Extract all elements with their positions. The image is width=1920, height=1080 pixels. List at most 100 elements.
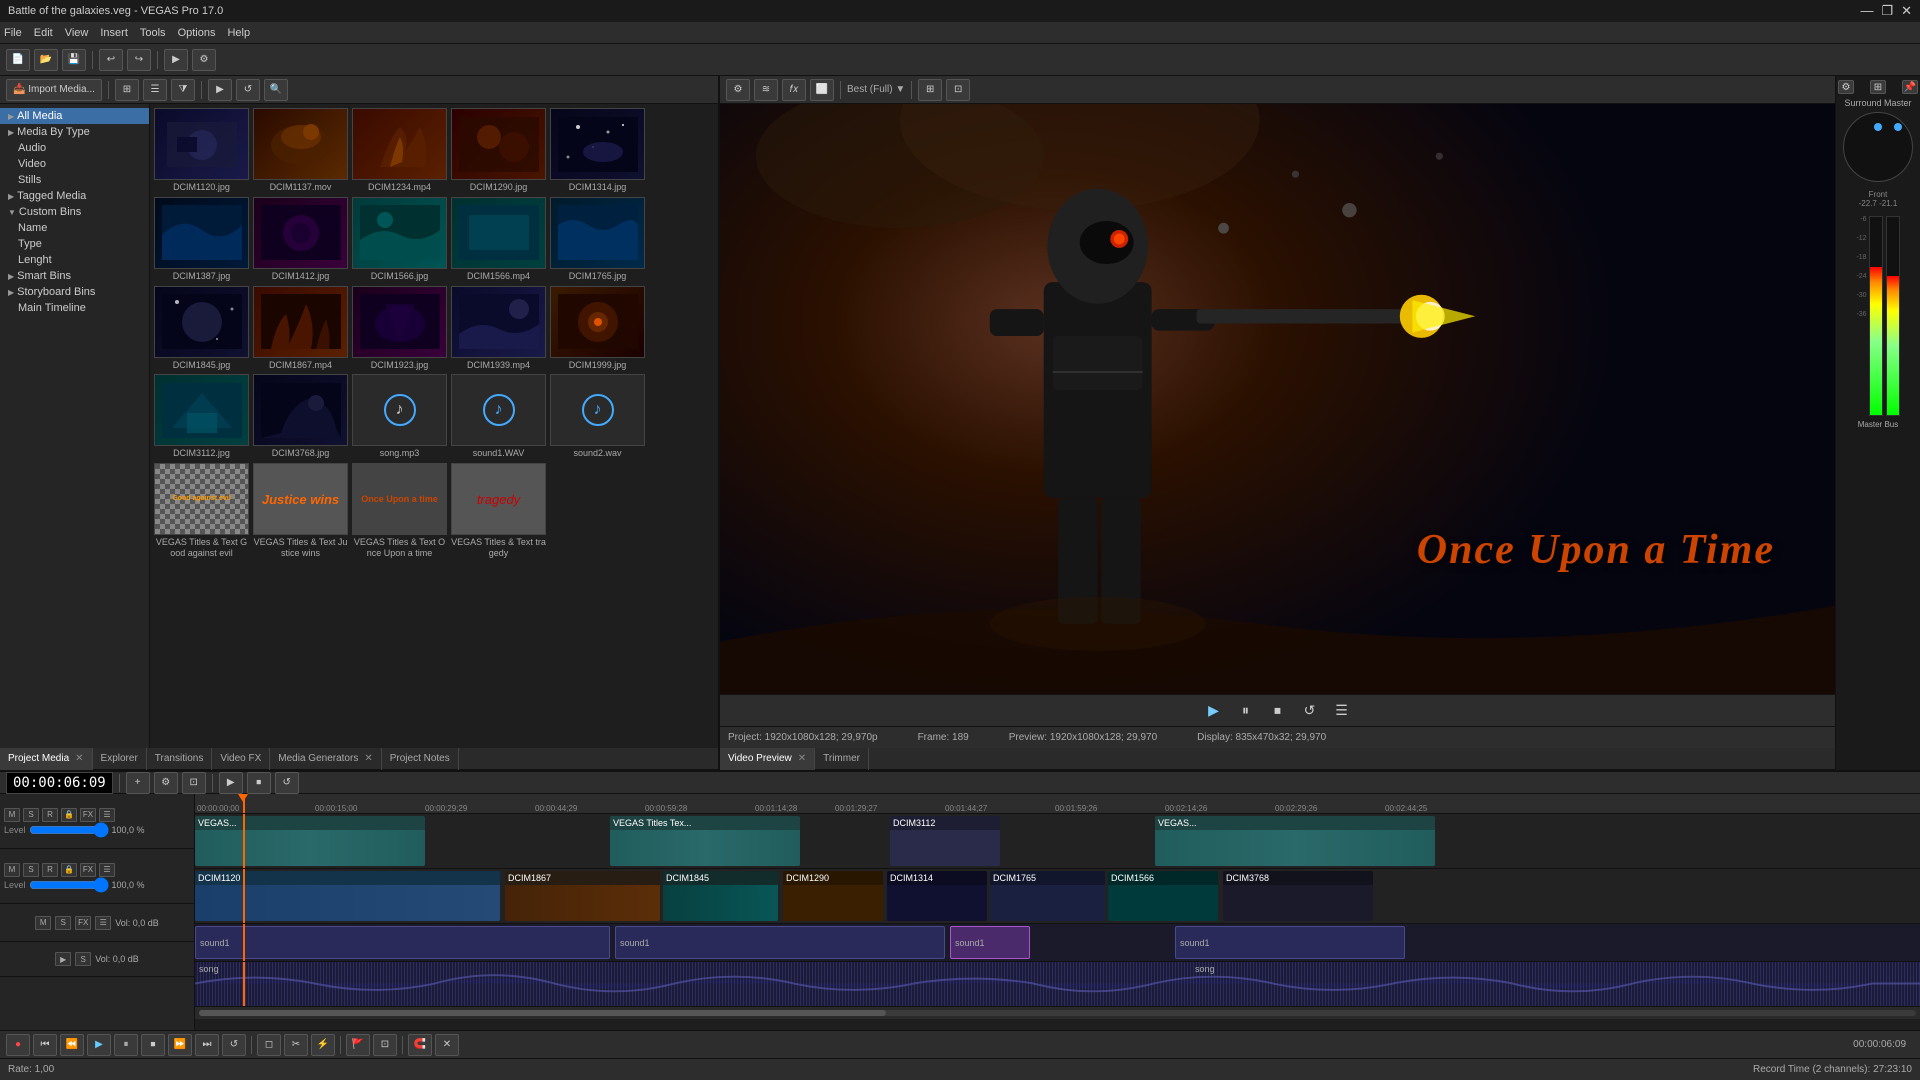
tab-project-notes[interactable]: Project Notes (382, 748, 459, 770)
timeline-clip[interactable]: DCIM1290 (783, 871, 883, 921)
bt-snap-button[interactable]: 🧲 (408, 1034, 432, 1056)
open-button[interactable]: 📂 (34, 49, 58, 71)
list-item[interactable]: DCIM1939.mp4 (451, 286, 546, 371)
list-item[interactable]: Good against evil VEGAS Titles & Text Go… (154, 463, 249, 559)
list-item[interactable]: DCIM1765.jpg (550, 197, 645, 282)
bt-ffwd-button[interactable]: ⏩ (168, 1034, 192, 1056)
list-item[interactable]: DCIM1137.mov (253, 108, 348, 193)
list-item[interactable]: ♪ song.mp3 (352, 374, 447, 459)
tab-trimmer[interactable]: Trimmer (815, 748, 869, 770)
sidebar-item-media-by-type[interactable]: ▶ Media By Type (0, 124, 149, 140)
list-item[interactable]: DCIM1566.jpg (352, 197, 447, 282)
preview-snap-button[interactable]: ⊡ (946, 79, 970, 101)
timeline-clip[interactable]: VEGAS... (1155, 816, 1435, 866)
list-item[interactable]: DCIM3768.jpg (253, 374, 348, 459)
bt-crossfade-button[interactable]: ✕ (435, 1034, 459, 1056)
sidebar-item-video[interactable]: Video (0, 156, 149, 172)
list-item[interactable]: Justice wins VEGAS Titles & Text Justice… (253, 463, 348, 559)
tl-loop-button[interactable]: ↺ (275, 772, 299, 794)
track-2-lock-button[interactable]: 🔒 (61, 863, 77, 877)
audio-1-mute-button[interactable]: M (35, 916, 51, 930)
minimize-button[interactable]: — (1860, 3, 1873, 19)
track-2-menu-button[interactable]: ☰ (99, 863, 115, 877)
list-item[interactable]: tragedy VEGAS Titles & Text tragedy (451, 463, 546, 559)
sidebar-item-custom-bins[interactable]: ▼ Custom Bins (0, 204, 149, 220)
timeline-clip[interactable]: DCIM1566 (1108, 871, 1218, 921)
scrollbar-thumb[interactable] (199, 1010, 886, 1016)
wave-track-btn[interactable]: ▶ (55, 952, 71, 966)
preview-calc-button[interactable]: 𝑓𝑥 (782, 79, 806, 101)
menu-insert[interactable]: Insert (100, 27, 128, 39)
track-2-solo-button[interactable]: S (23, 863, 39, 877)
list-item[interactable]: DCIM1234.mp4 (352, 108, 447, 193)
timeline-clip[interactable]: DCIM1120 (195, 871, 500, 921)
redo-button[interactable]: ↪ (127, 49, 151, 71)
preview-eq-button[interactable]: ≋ (754, 79, 778, 101)
track-fx-button[interactable]: FX (80, 808, 96, 822)
tl-settings-button[interactable]: ⚙ (154, 772, 178, 794)
new-button[interactable]: 📄 (6, 49, 30, 71)
bt-next-button[interactable]: ⏭ (195, 1034, 219, 1056)
undo-button[interactable]: ↩ (99, 49, 123, 71)
preview-view-button[interactable]: ⬜ (810, 79, 834, 101)
track-solo-button[interactable]: S (23, 808, 39, 822)
bt-select-button[interactable]: ◻ (257, 1034, 281, 1056)
sidebar-item-name[interactable]: Name (0, 220, 149, 236)
preview-settings-button[interactable]: ⚙ (726, 79, 750, 101)
bt-marker-button[interactable]: 🚩 (346, 1034, 370, 1056)
track-menu-button[interactable]: ☰ (99, 808, 115, 822)
timeline-clip[interactable]: DCIM1765 (990, 871, 1105, 921)
timeline-clip[interactable]: VEGAS... (195, 816, 425, 866)
list-item[interactable]: DCIM1845.jpg (154, 286, 249, 371)
preview-play-button[interactable]: ▶ (1202, 699, 1226, 723)
save-button[interactable]: 💾 (62, 49, 86, 71)
bt-pause-button[interactable]: ⏸ (114, 1034, 138, 1056)
sidebar-item-type[interactable]: Type (0, 236, 149, 252)
bt-play-button[interactable]: ▶ (87, 1034, 111, 1056)
bt-stop-button[interactable]: ⏹ (141, 1034, 165, 1056)
tl-add-track-button[interactable]: + (126, 772, 150, 794)
bt-rewind-button[interactable]: ⏪ (60, 1034, 84, 1056)
list-item[interactable]: DCIM1314.jpg (550, 108, 645, 193)
bt-ripple-button[interactable]: ⚡ (311, 1034, 335, 1056)
timeline-clip[interactable]: DCIM1867 (505, 871, 660, 921)
list-item[interactable]: DCIM1867.mp4 (253, 286, 348, 371)
sidebar-item-storyboard-bins[interactable]: ▶ Storyboard Bins (0, 284, 149, 300)
list-item[interactable]: DCIM1120.jpg (154, 108, 249, 193)
surround-settings-button[interactable]: ⚙ (1838, 80, 1854, 94)
audio-clip[interactable]: sound1 (615, 926, 945, 959)
tab-explorer[interactable]: Explorer (93, 748, 147, 770)
list-view-button[interactable]: ☰ (143, 79, 167, 101)
audio-clip[interactable]: sound1 (195, 926, 610, 959)
timeline-clip[interactable]: DCIM1314 (887, 871, 987, 921)
timeline-scrollbar[interactable] (195, 1007, 1920, 1019)
track-level-slider[interactable] (29, 826, 109, 834)
settings-button[interactable]: ⚙ (192, 49, 216, 71)
menu-tools[interactable]: Tools (140, 27, 166, 39)
list-item[interactable]: DCIM1387.jpg (154, 197, 249, 282)
menu-help[interactable]: Help (227, 27, 250, 39)
track-2-fx-button[interactable]: FX (80, 863, 96, 877)
tl-stop-button[interactable]: ⏹ (247, 772, 271, 794)
close-button[interactable]: ✕ (1901, 3, 1912, 19)
preview-grid-button[interactable]: ⊞ (918, 79, 942, 101)
zoom-button[interactable]: 🔍 (264, 79, 288, 101)
timeline-clip[interactable]: DCIM3112 (890, 816, 1000, 866)
bt-loop-button[interactable]: ↺ (222, 1034, 246, 1056)
list-item[interactable]: DCIM1290.jpg (451, 108, 546, 193)
sidebar-item-stills[interactable]: Stills (0, 172, 149, 188)
tab-video-fx[interactable]: Video FX (212, 748, 270, 770)
surround-pin-button[interactable]: 📌 (1902, 80, 1918, 94)
list-item[interactable]: ♪ sound1.WAV (451, 374, 546, 459)
tab-media-generators[interactable]: Media Generators ✕ (270, 748, 381, 770)
preview-pause-button[interactable]: ⏸ (1234, 699, 1258, 723)
list-item[interactable]: Once Upon a time VEGAS Titles & Text Onc… (352, 463, 447, 559)
list-item[interactable]: DCIM1923.jpg (352, 286, 447, 371)
list-item[interactable]: DCIM1566.mp4 (451, 197, 546, 282)
playhead[interactable] (243, 794, 245, 813)
filter-button[interactable]: ⧩ (171, 79, 195, 101)
menu-edit[interactable]: Edit (34, 27, 53, 39)
bt-region-button[interactable]: ⊡ (373, 1034, 397, 1056)
render-button[interactable]: ▶ (164, 49, 188, 71)
sidebar-item-length[interactable]: Lenght (0, 252, 149, 268)
